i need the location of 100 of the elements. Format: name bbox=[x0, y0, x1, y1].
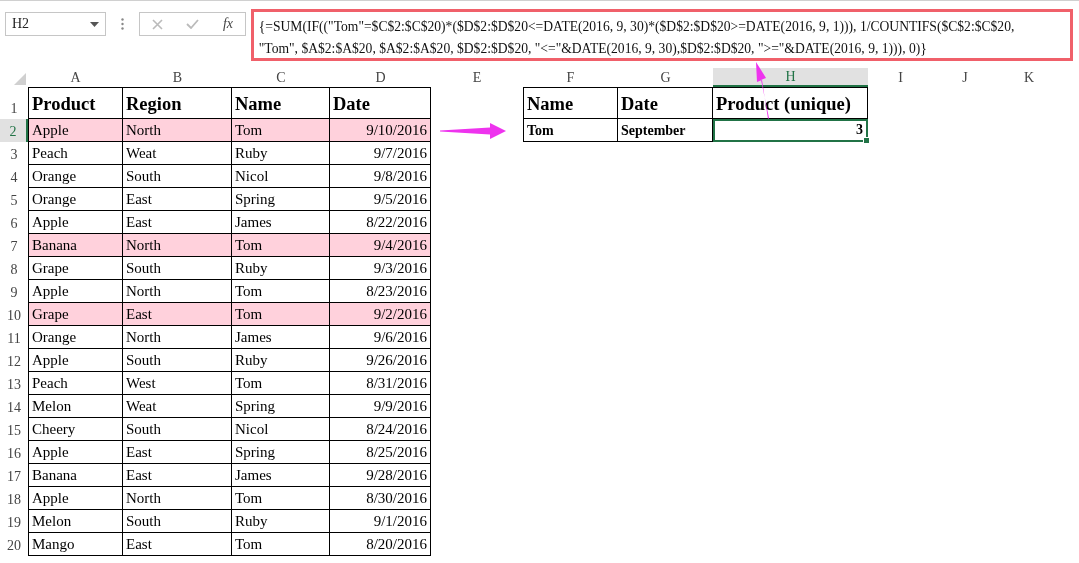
name-box[interactable]: H2 bbox=[5, 12, 106, 36]
more-icon[interactable] bbox=[120, 18, 124, 30]
table-cell: Nicol bbox=[232, 418, 330, 441]
table-cell: Orange bbox=[28, 165, 123, 188]
column-header[interactable]: F bbox=[523, 68, 618, 87]
table-cell: James bbox=[232, 464, 330, 487]
row-header[interactable]: 10 bbox=[0, 303, 28, 326]
table-cell: South bbox=[123, 257, 232, 280]
row-header[interactable]: 3 bbox=[0, 142, 28, 165]
header-cell: Product (unique) bbox=[713, 87, 868, 119]
column-header[interactable]: D bbox=[330, 68, 431, 87]
table-cell: Ruby bbox=[232, 257, 330, 280]
table-cell: South bbox=[123, 165, 232, 188]
formula-field[interactable] bbox=[250, 9, 1073, 61]
table-cell: Tom bbox=[232, 234, 330, 257]
table-cell: 9/5/2016 bbox=[330, 188, 431, 211]
table-cell: Ruby bbox=[232, 142, 330, 165]
cancel-icon[interactable] bbox=[151, 18, 163, 30]
row-header[interactable]: 5 bbox=[0, 188, 28, 211]
row-header[interactable]: 16 bbox=[0, 441, 28, 464]
row-header[interactable]: 2 bbox=[0, 119, 28, 142]
table-cell: Spring bbox=[232, 441, 330, 464]
table-cell: Tom bbox=[232, 533, 330, 556]
table-cell: Spring bbox=[232, 395, 330, 418]
column-header[interactable]: H bbox=[713, 68, 868, 87]
table-cell: Mango bbox=[28, 533, 123, 556]
row-header[interactable]: 9 bbox=[0, 280, 28, 303]
table-cell: North bbox=[123, 119, 232, 142]
column-header[interactable]: K bbox=[997, 68, 1061, 87]
table-cell: Apple bbox=[28, 441, 123, 464]
table-cell: 8/20/2016 bbox=[330, 533, 431, 556]
table-cell: Orange bbox=[28, 326, 123, 349]
row-header[interactable]: 14 bbox=[0, 395, 28, 418]
table-cell: Tom bbox=[232, 372, 330, 395]
column-header[interactable]: E bbox=[431, 68, 523, 87]
table-cell: Orange bbox=[28, 188, 123, 211]
table-cell: Weat bbox=[123, 395, 232, 418]
row-header[interactable]: 12 bbox=[0, 349, 28, 372]
cell-reference: H2 bbox=[12, 16, 30, 32]
column-header[interactable]: G bbox=[618, 68, 713, 87]
table-cell: Tom bbox=[232, 487, 330, 510]
check-icon[interactable] bbox=[186, 19, 200, 29]
table-cell: Tom bbox=[523, 119, 618, 142]
table-cell: Peach bbox=[28, 372, 123, 395]
table-cell: 9/2/2016 bbox=[330, 303, 431, 326]
table-cell: Weat bbox=[123, 142, 232, 165]
column-header[interactable]: A bbox=[28, 68, 123, 87]
table-cell: Apple bbox=[28, 487, 123, 510]
table-cell: Melon bbox=[28, 395, 123, 418]
dropdown-arrow-icon[interactable] bbox=[89, 21, 99, 27]
table-cell: East bbox=[123, 303, 232, 326]
table-cell: 9/8/2016 bbox=[330, 165, 431, 188]
header-cell: Product bbox=[28, 87, 123, 119]
table-cell: West bbox=[123, 372, 232, 395]
table-cell: 9/28/2016 bbox=[330, 464, 431, 487]
table-cell: South bbox=[123, 349, 232, 372]
table-cell: Banana bbox=[28, 234, 123, 257]
table-cell: 9/6/2016 bbox=[330, 326, 431, 349]
table-cell: 8/25/2016 bbox=[330, 441, 431, 464]
insert-function-button[interactable]: fx bbox=[222, 16, 233, 32]
table-cell: East bbox=[123, 464, 232, 487]
table-cell: 3 bbox=[713, 119, 868, 142]
table-cell: Melon bbox=[28, 510, 123, 533]
column-header[interactable]: C bbox=[232, 68, 330, 87]
table-cell: 9/26/2016 bbox=[330, 349, 431, 372]
row-header[interactable]: 11 bbox=[0, 326, 28, 349]
column-header[interactable]: I bbox=[868, 68, 933, 87]
table-cell: September bbox=[618, 119, 713, 142]
row-header[interactable]: 19 bbox=[0, 510, 28, 533]
row-header[interactable]: 6 bbox=[0, 211, 28, 234]
row-header[interactable]: 4 bbox=[0, 165, 28, 188]
table-cell: Banana bbox=[28, 464, 123, 487]
table-cell: Nicol bbox=[232, 165, 330, 188]
table-cell: South bbox=[123, 510, 232, 533]
row-header[interactable]: 15 bbox=[0, 418, 28, 441]
table-cell: North bbox=[123, 234, 232, 257]
row-header[interactable]: 18 bbox=[0, 487, 28, 510]
table-cell: 9/7/2016 bbox=[330, 142, 431, 165]
row-header[interactable]: 1 bbox=[0, 87, 28, 119]
table-cell: Grape bbox=[28, 257, 123, 280]
table-cell: 8/24/2016 bbox=[330, 418, 431, 441]
header-cell: Date bbox=[618, 87, 713, 119]
table-cell: Grape bbox=[28, 303, 123, 326]
table-cell: 8/30/2016 bbox=[330, 487, 431, 510]
table-cell: 9/10/2016 bbox=[330, 119, 431, 142]
row-header[interactable]: 8 bbox=[0, 257, 28, 280]
table-cell: 9/4/2016 bbox=[330, 234, 431, 257]
table-cell: Spring bbox=[232, 188, 330, 211]
row-header[interactable]: 13 bbox=[0, 372, 28, 395]
table-cell: Apple bbox=[28, 349, 123, 372]
column-header[interactable]: B bbox=[123, 68, 232, 87]
row-header[interactable]: 17 bbox=[0, 464, 28, 487]
column-header[interactable]: J bbox=[933, 68, 997, 87]
table-cell: 9/9/2016 bbox=[330, 395, 431, 418]
row-header[interactable]: 7 bbox=[0, 234, 28, 257]
row-header[interactable]: 20 bbox=[0, 533, 28, 556]
table-cell: East bbox=[123, 188, 232, 211]
formula-line: {=SUM(IF(("Tom"=$C$2:$C$20)*($D$2:$D$20<=DATE(2016, 9, 30)*($D$2:$D$20>=DATE(2016, 9, 1))), 1/COUNTIFS($C$2:$C$20, bbox=[258, 18, 1015, 36]
table-cell: East bbox=[123, 533, 232, 556]
table-cell: Peach bbox=[28, 142, 123, 165]
